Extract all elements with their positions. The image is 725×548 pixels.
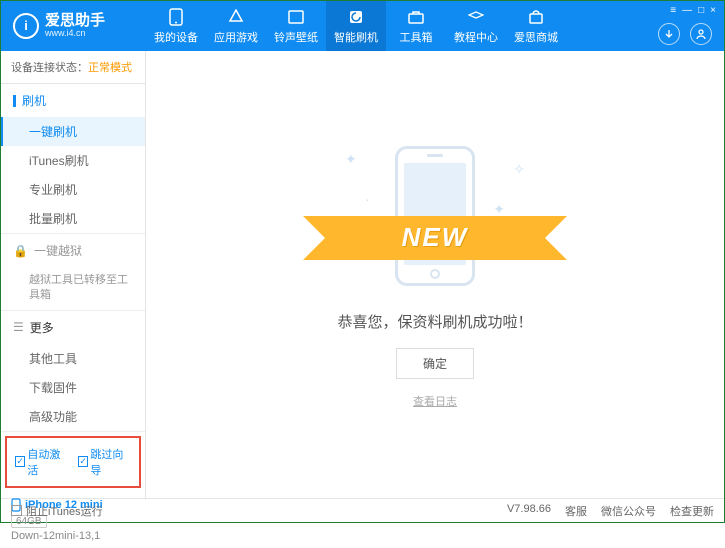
footer-update[interactable]: 检查更新 xyxy=(670,503,714,519)
nav-toolbox[interactable]: 工具箱 xyxy=(386,1,446,51)
minimize-button[interactable]: — xyxy=(682,5,692,16)
sidebar-item-firmware[interactable]: 下载固件 xyxy=(1,373,145,402)
block-itunes-label: 阻止iTunes运行 xyxy=(26,503,103,519)
lock-icon: 🔒 xyxy=(13,244,28,258)
main-nav: 我的设备 应用游戏 铃声壁纸 智能刷机 工具箱 教程中心 爱思商城 xyxy=(146,1,566,51)
sidebar-item-oneclick[interactable]: 一键刷机 xyxy=(1,117,145,146)
apps-icon xyxy=(227,8,245,26)
phone-icon xyxy=(167,8,185,26)
success-message: 恭喜您，保资料刷机成功啦！ xyxy=(337,311,532,332)
connection-status: 设备连接状态：正常模式 xyxy=(1,51,145,84)
nav-my-device[interactable]: 我的设备 xyxy=(146,1,206,51)
nav-ringtones[interactable]: 铃声壁纸 xyxy=(266,1,326,51)
bar-icon xyxy=(13,95,16,107)
sidebar-flash-header[interactable]: 刷机 xyxy=(1,84,145,117)
checkbox-skip-guide[interactable]: ✓跳过向导 xyxy=(78,446,131,478)
app-url: www.i4.cn xyxy=(45,29,105,39)
logo-icon: i xyxy=(13,13,39,39)
footer-wechat[interactable]: 微信公众号 xyxy=(601,503,656,519)
checkbox-block-itunes[interactable] xyxy=(11,505,22,516)
sidebar-item-advanced[interactable]: 高级功能 xyxy=(1,402,145,431)
view-log-link[interactable]: 查看日志 xyxy=(413,393,457,409)
checkbox-auto-activate[interactable]: ✓自动激活 xyxy=(15,446,68,478)
store-icon xyxy=(527,8,545,26)
toolbox-icon xyxy=(407,8,425,26)
nav-store[interactable]: 爱思商城 xyxy=(506,1,566,51)
app-logo: i 爱思助手 www.i4.cn xyxy=(1,13,146,39)
menu-button[interactable]: ≡ xyxy=(670,5,676,16)
download-button[interactable] xyxy=(658,23,680,45)
sidebar: 设备连接状态：正常模式 刷机 一键刷机 iTunes刷机 专业刷机 批量刷机 🔒… xyxy=(1,51,146,498)
menu-icon: ☰ xyxy=(13,320,24,334)
jailbreak-note: 越狱工具已转移至工具箱 xyxy=(1,267,145,310)
user-button[interactable] xyxy=(690,23,712,45)
titlebar: i 爱思助手 www.i4.cn 我的设备 应用游戏 铃声壁纸 智能刷机 工具箱 xyxy=(1,1,724,51)
nav-tutorials[interactable]: 教程中心 xyxy=(446,1,506,51)
app-name: 爱思助手 xyxy=(45,13,105,30)
options-row: ✓自动激活 ✓跳过向导 xyxy=(5,436,141,488)
success-illustration: ✦ ✧ · ✦ NEW xyxy=(335,141,535,291)
main-panel: ✦ ✧ · ✦ NEW 恭喜您，保资料刷机成功啦！ 确定 查看日志 xyxy=(146,51,724,498)
sidebar-item-other[interactable]: 其他工具 xyxy=(1,344,145,373)
nav-smart-flash[interactable]: 智能刷机 xyxy=(326,1,386,51)
sidebar-jailbreak-header[interactable]: 🔒 一键越狱 xyxy=(1,234,145,267)
wallpaper-icon xyxy=(287,8,305,26)
nav-apps[interactable]: 应用游戏 xyxy=(206,1,266,51)
confirm-button[interactable]: 确定 xyxy=(396,348,474,379)
close-button[interactable]: × xyxy=(710,5,716,16)
tutorial-icon xyxy=(467,8,485,26)
device-info: iPhone 12 mini 64GB Down-12mini-13,1 xyxy=(1,492,145,548)
sidebar-more-header[interactable]: ☰ 更多 xyxy=(1,311,145,344)
maximize-button[interactable]: □ xyxy=(698,5,704,16)
version-label: V7.98.66 xyxy=(507,503,551,519)
footer-support[interactable]: 客服 xyxy=(565,503,587,519)
sidebar-item-batch[interactable]: 批量刷机 xyxy=(1,204,145,233)
sidebar-item-itunes[interactable]: iTunes刷机 xyxy=(1,146,145,175)
sidebar-item-pro[interactable]: 专业刷机 xyxy=(1,175,145,204)
new-banner: NEW xyxy=(402,222,469,253)
device-model: Down-12mini-13,1 xyxy=(11,530,135,542)
window-controls: ≡ — □ × xyxy=(670,5,716,16)
flash-icon xyxy=(347,8,365,26)
